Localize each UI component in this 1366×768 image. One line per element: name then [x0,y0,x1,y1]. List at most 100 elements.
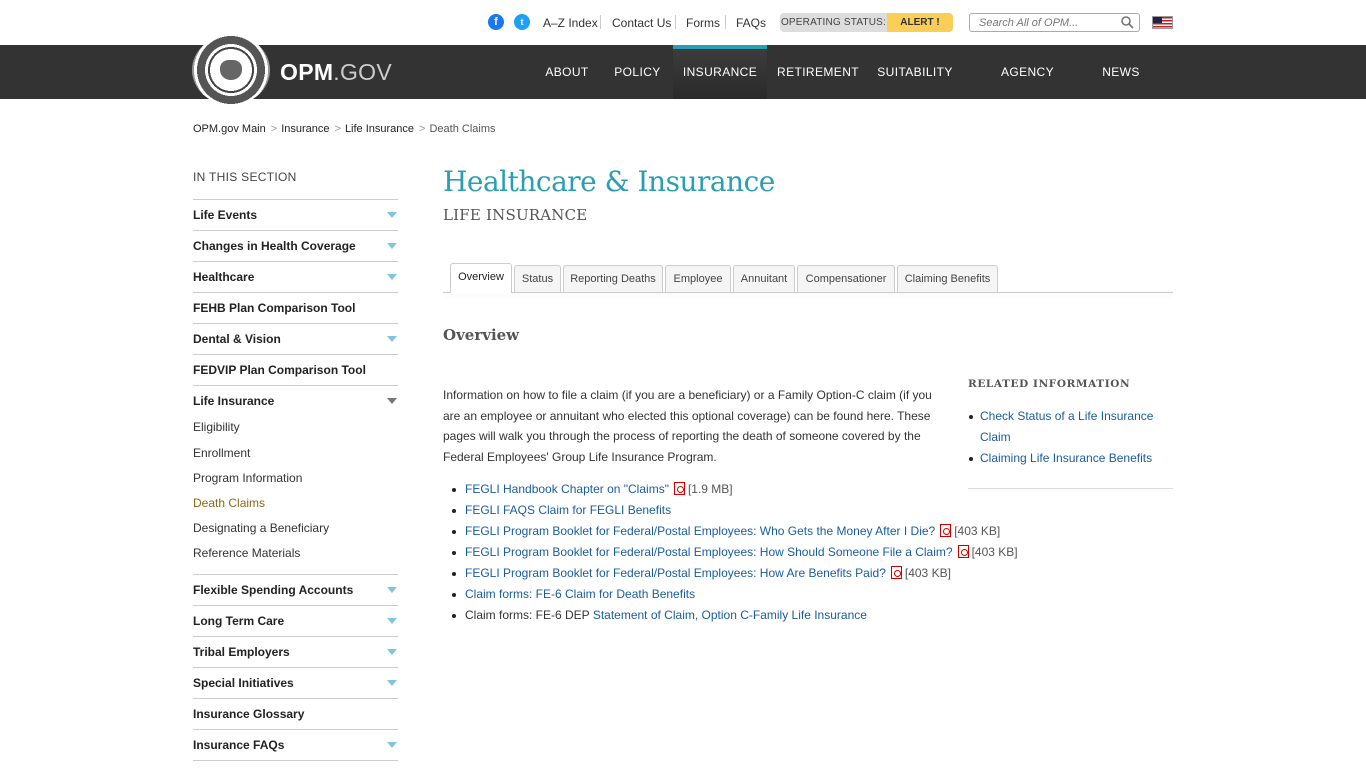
link-booklet-how-file[interactable]: FEGLI Program Booklet for Federal/Postal… [465,545,953,559]
tab-reporting-deaths[interactable]: Reporting Deaths [563,265,663,292]
sidebar-item-fehb-tool[interactable]: FEHB Plan Comparison Tool [193,292,398,323]
breadcrumb-separator: > [270,123,278,135]
sidebar-sub-designating-beneficiary[interactable]: Designating a Beneficiary [193,521,329,535]
facebook-icon[interactable]: f [488,14,504,30]
list-item: FEGLI FAQS Claim for FEGLI Benefits [452,500,1018,521]
nav-news[interactable]: NEWS [1097,45,1145,99]
sidebar-item-life-insurance[interactable]: Life Insurance [193,385,398,416]
forms-link[interactable]: Forms [686,16,720,30]
tab-status[interactable]: Status [514,265,561,292]
breadcrumb: OPM.gov Main > Insurance > Life Insurance > De… [193,123,500,135]
search-icon[interactable] [1120,15,1134,29]
divider [675,15,676,29]
chevron-down-icon[interactable] [387,243,397,249]
sidebar-sub-enrollment[interactable]: Enrollment [193,446,250,460]
chevron-down-icon[interactable] [387,336,397,342]
breadcrumb-opm-main[interactable]: OPM.gov Main [193,123,266,135]
sidebar-item-label: Changes in Health Coverage [193,239,356,253]
contact-us-link[interactable]: Contact Us [612,16,671,30]
sidebar-item-label: FEDVIP Plan Comparison Tool [193,363,366,377]
chevron-down-icon[interactable] [387,742,397,748]
chevron-down-icon[interactable] [387,649,397,655]
link-fegli-handbook[interactable]: FEGLI Handbook Chapter on "Claims" [465,482,669,496]
nav-agency-services[interactable]: AGENCY SERVICES [968,45,1087,133]
pdf-icon [940,524,952,537]
link-fe6-claim[interactable]: Claim forms: FE-6 Claim for Death Benefi… [465,587,695,601]
nav-retirement[interactable]: RETIREMENT [774,45,862,99]
divider [968,488,1173,489]
nav-suitability[interactable]: SUITABILITY [872,45,958,99]
divider [600,15,601,29]
related-list: Check Status of a Life Insurance Claim C… [969,406,1170,469]
link-booklet-how-paid[interactable]: FEGLI Program Booklet for Federal/Postal… [465,566,886,580]
opm-seal-icon[interactable] [192,35,270,105]
intro-paragraph: Information on how to file a claim (if y… [443,388,932,464]
link-fe6-dep[interactable]: Statement of Claim, Option C-Family Life… [593,608,867,622]
tab-claiming-benefits[interactable]: Claiming Benefits [897,265,998,292]
link-booklet-who-gets-money[interactable]: FEGLI Program Booklet for Federal/Postal… [465,524,935,538]
nav-policy[interactable]: POLICY [608,45,667,99]
list-item: FEGLI Handbook Chapter on "Claims" [1.9 M… [452,479,1018,500]
pdf-icon [890,566,902,579]
sidebar-item-label: Healthcare [193,270,255,284]
chevron-down-icon[interactable] [387,212,397,218]
related-link-check-status[interactable]: Check Status of a Life Insurance Claim [980,409,1153,444]
sidebar-item-fedvip-tool[interactable]: FEDVIP Plan Comparison Tool [193,354,398,385]
sidebar-sub-death-claims[interactable]: Death Claims [193,496,265,510]
twitter-icon[interactable]: t [514,14,530,30]
sidebar-item-changes-health[interactable]: Changes in Health Coverage [193,230,398,261]
sidebar-item-healthcare[interactable]: Healthcare [193,261,398,292]
sidebar-item-dental-vision[interactable]: Dental & Vision [193,323,398,354]
tab-annuitant[interactable]: Annuitant [733,265,795,292]
breadcrumb-current: Death Claims [429,123,496,135]
tab-overview[interactable]: Overview [450,263,512,293]
sidebar-sub-eligibility[interactable]: Eligibility [193,420,240,434]
sidebar-item-label: Dental & Vision [193,332,281,346]
chevron-down-icon[interactable] [387,398,397,404]
sidebar-item-label: Long Term Care [193,614,285,628]
chevron-down-icon[interactable] [387,274,397,280]
chevron-down-icon[interactable] [387,618,397,624]
us-flag-icon[interactable] [1152,16,1173,29]
resource-list: FEGLI Handbook Chapter on "Claims" [1.9 M… [452,479,1018,626]
link-fegli-faqs[interactable]: FEGLI FAQS Claim for FEGLI Benefits [465,503,671,517]
sidebar-item-insurance-faqs[interactable]: Insurance FAQs [193,729,398,760]
sidebar-item-label: Flexible Spending Accounts [193,583,354,597]
faqs-link[interactable]: FAQs [736,16,766,30]
file-size: [1.9 MB] [687,482,733,496]
tab-compensationer[interactable]: Compensationer [797,265,895,292]
list-item: FEGLI Program Booklet for Federal/Postal… [452,542,1018,563]
file-size: [403 KB] [971,545,1018,559]
nav-insurance[interactable]: INSURANCE [673,45,767,99]
site-logo[interactable]: OPM.GOV [280,59,392,86]
search-input[interactable] [969,13,1140,32]
page-title: Healthcare & Insurance [443,165,775,198]
sidebar-item-fsa[interactable]: Flexible Spending Accounts [193,574,398,605]
sidebar-item-label: Special Initiatives [193,676,294,690]
alert-badge[interactable]: ALERT ! [887,13,953,32]
sidebar-item-life-events[interactable]: Life Events [193,199,398,230]
tab-employee[interactable]: Employee [665,265,731,292]
sidebar-item-label: Insurance FAQs [193,738,285,752]
chevron-down-icon[interactable] [387,680,397,686]
sidebar-item-insurance-glossary[interactable]: Insurance Glossary [193,698,398,729]
breadcrumb-separator: > [334,123,341,135]
section-title: Overview [443,326,520,344]
list-item: FEGLI Program Booklet for Federal/Postal… [452,521,1018,542]
sidebar-sub-reference-materials[interactable]: Reference Materials [193,546,300,560]
list-item: Claim forms: FE-6 DEP Statement of Claim… [452,605,1018,626]
operating-status[interactable]: OPERATING STATUS: ALERT ! [780,13,953,32]
related-link-claiming-benefits[interactable]: Claiming Life Insurance Benefits [980,451,1152,465]
breadcrumb-life-insurance[interactable]: Life Insurance [345,123,414,135]
chevron-down-icon[interactable] [387,587,397,593]
utility-bar: f t A–Z Index Contact Us Forms FAQs OPER… [0,0,1366,45]
breadcrumb-separator: > [419,123,426,135]
sidebar-item-tribal-employers[interactable]: Tribal Employers [193,636,398,667]
nav-about[interactable]: ABOUT [539,45,595,99]
sidebar-item-special-initiatives[interactable]: Special Initiatives [193,667,398,698]
sidebar-item-label: FEHB Plan Comparison Tool [193,301,356,315]
az-index-link[interactable]: A–Z Index [543,16,598,30]
sidebar-item-long-term-care[interactable]: Long Term Care [193,605,398,636]
breadcrumb-insurance[interactable]: Insurance [281,123,329,135]
sidebar-sub-program-information[interactable]: Program Information [193,471,302,485]
